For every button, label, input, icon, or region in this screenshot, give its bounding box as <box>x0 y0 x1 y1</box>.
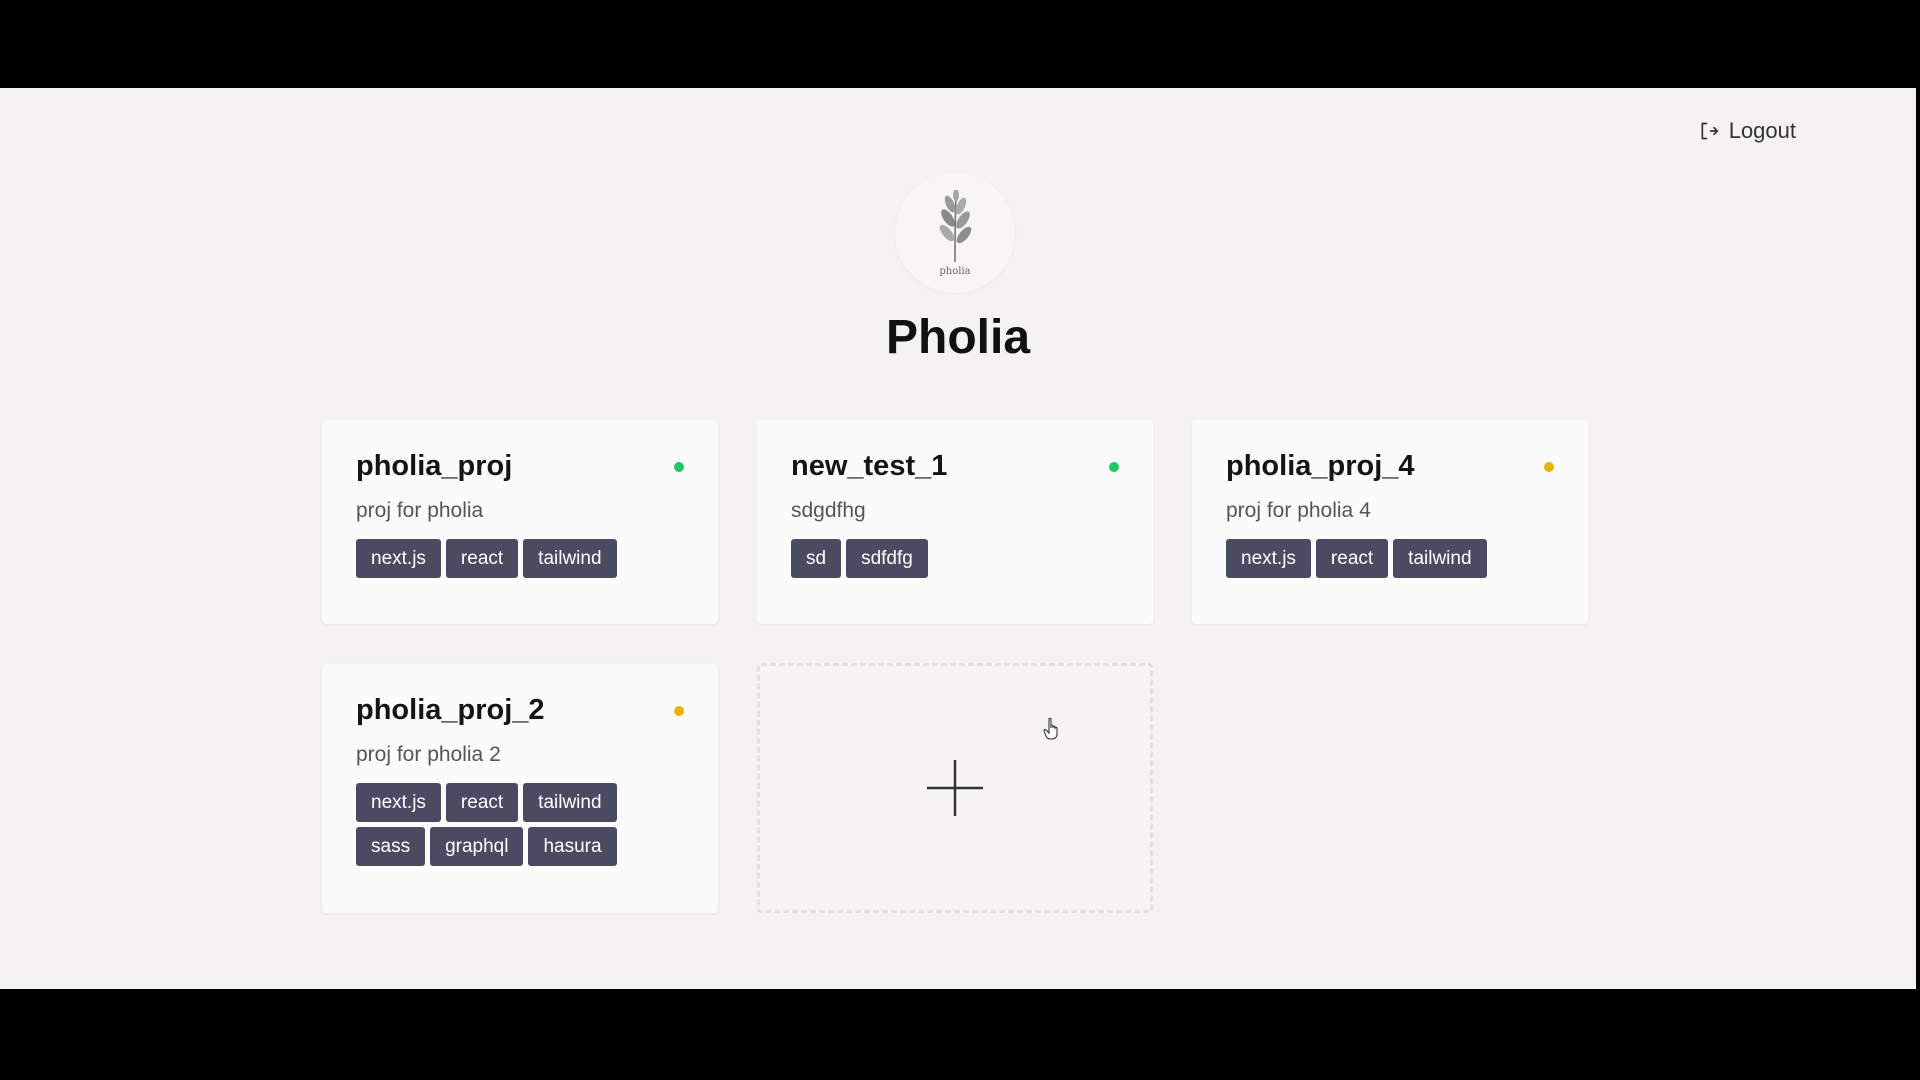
project-card[interactable]: pholia_proj_2 proj for pholia 2 next.js … <box>322 664 718 913</box>
project-card[interactable]: pholia_proj_4 proj for pholia 4 next.js … <box>1192 420 1588 624</box>
letterbox-bottom <box>0 989 1920 1080</box>
tag-list: next.js react tailwind sass graphql hasu… <box>356 783 656 866</box>
tag: sd <box>791 539 842 578</box>
tag-list: next.js react tailwind <box>1226 539 1526 578</box>
tag-list: sd sdfdfg <box>791 539 1091 578</box>
logout-icon <box>1701 122 1718 140</box>
status-dot-icon <box>1544 461 1554 472</box>
hand-cursor-icon <box>1043 717 1058 740</box>
tag: tailwind <box>523 783 617 822</box>
status-dot-icon <box>1109 461 1119 472</box>
page-title: Pholia <box>885 311 1031 364</box>
project-title: pholia_proj_4 <box>1226 450 1415 482</box>
tag: next.js <box>356 539 441 578</box>
tag: react <box>445 539 519 578</box>
status-dot-icon <box>674 705 684 716</box>
add-project-button[interactable] <box>757 663 1153 913</box>
tag: tailwind <box>1393 539 1487 578</box>
project-card[interactable]: new_test_1 sdgdfhg sd sdfdfg <box>757 420 1153 624</box>
logout-button[interactable]: Logout <box>1699 118 1796 144</box>
tag: react <box>1315 539 1389 578</box>
project-title: pholia_proj_2 <box>356 694 545 726</box>
project-title: new_test_1 <box>791 450 948 482</box>
project-description: proj for pholia 2 <box>356 743 501 766</box>
app-logo: pholia <box>895 173 1015 293</box>
logout-label: Logout <box>1728 118 1796 143</box>
tag: sass <box>356 827 426 866</box>
tag: next.js <box>356 783 441 822</box>
project-title: pholia_proj <box>356 450 513 482</box>
plus-icon <box>927 760 983 816</box>
project-description: proj for pholia <box>356 499 484 522</box>
tag-list: next.js react tailwind <box>356 539 656 578</box>
tag: next.js <box>1226 539 1311 578</box>
tag: tailwind <box>523 539 617 578</box>
project-card[interactable]: pholia_proj proj for pholia next.js reac… <box>322 420 718 624</box>
project-description: sdgdfhg <box>791 499 866 522</box>
tag: hasura <box>528 827 617 866</box>
tag: react <box>445 783 519 822</box>
tag: sdfdfg <box>846 539 928 578</box>
app-viewport: Logout pholia Pholia pholia_proj proj fo… <box>0 88 1916 989</box>
letterbox-top <box>0 0 1920 88</box>
tag: graphql <box>430 827 524 866</box>
leaf-branch-icon <box>939 189 972 262</box>
logo-text: pholia <box>939 265 971 277</box>
status-dot-icon <box>674 461 684 472</box>
project-description: proj for pholia 4 <box>1226 499 1371 522</box>
